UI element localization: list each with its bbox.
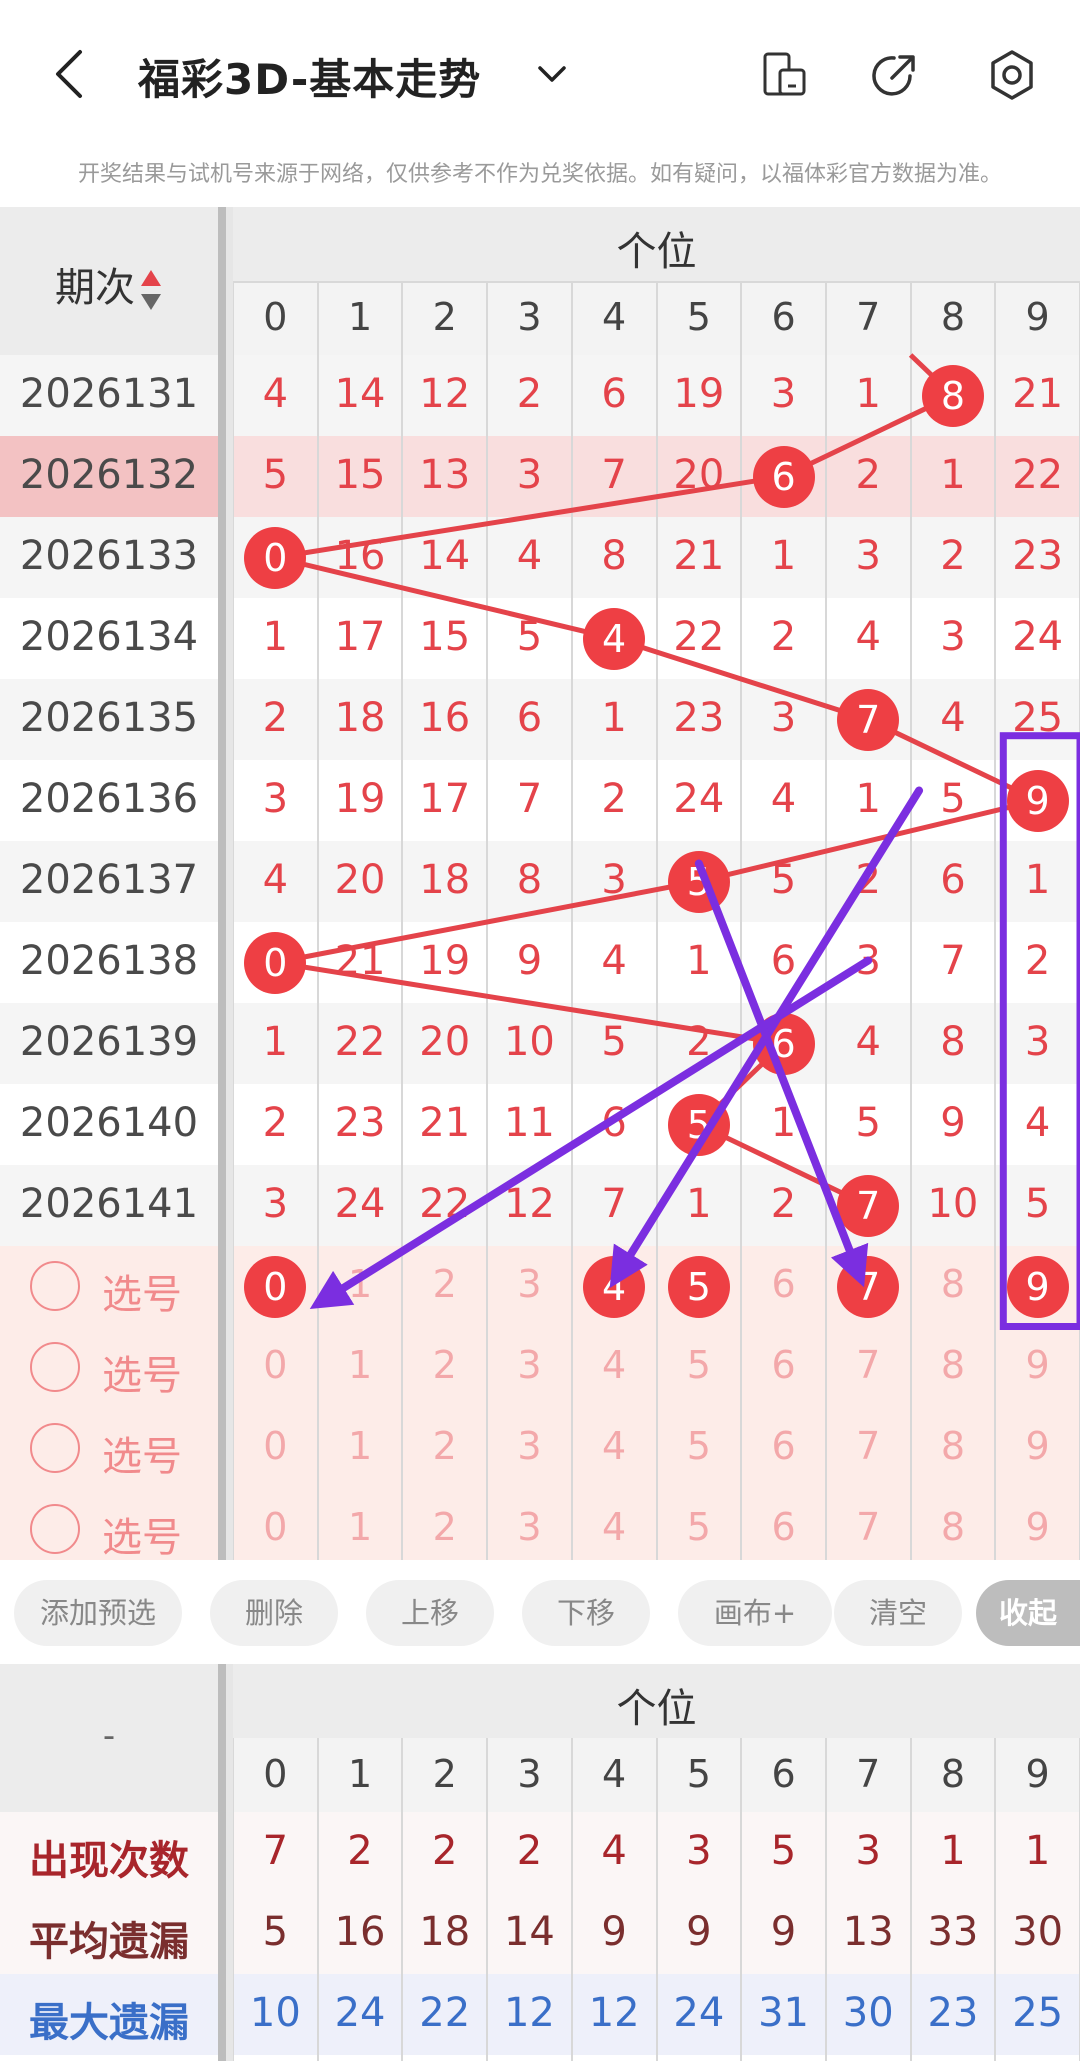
stats-vline [570, 1738, 573, 2061]
stats-value: 13 [842, 1909, 894, 1955]
stats-value: 5 [262, 1909, 289, 1955]
page-title[interactable]: 福彩3D-基本走势 [138, 46, 481, 107]
stats-value: 2 [516, 1828, 543, 1874]
stats-value: 1 [1024, 1828, 1051, 1874]
stats-value: 30 [842, 1990, 894, 2036]
stats-value: 18 [419, 1909, 471, 1955]
stats-value: 9 [770, 1909, 797, 1955]
toolbar-button-4[interactable]: 画布+ [678, 1580, 832, 1646]
stats-vline [824, 1738, 827, 2061]
stats-vline [655, 1738, 658, 2061]
stats-value: 22 [419, 1990, 471, 2036]
stats-vline [316, 1738, 319, 2061]
stats-value: 25 [1012, 1990, 1064, 2036]
stats-table: - 个位 0 1 2 3 4 5 6 7 8 9 出现次数 7 2 2 2 4 3 5 3 1 1 平均遗漏 5 16 18 14 9 9… [0, 1664, 1080, 2061]
stats-digit-header: 9 [1025, 1752, 1050, 1796]
stats-section-title: 个位 [616, 1686, 697, 1732]
stats-digit-header: 6 [771, 1752, 796, 1796]
stats-digit-header: 0 [263, 1752, 288, 1796]
stats-value: 12 [588, 1990, 640, 2036]
annotation-arrow-to-0 [309, 956, 873, 1309]
stats-value: 23 [927, 1990, 979, 2036]
stats-value: 9 [601, 1909, 627, 1955]
share-icon[interactable] [870, 50, 920, 100]
stats-value: 7 [262, 1828, 289, 1874]
stats-vline [909, 1738, 912, 2061]
stats-row-label: 最大遗漏 [29, 2000, 189, 2046]
phone-icon[interactable] [760, 50, 810, 100]
stats-value: 10 [249, 1990, 301, 2036]
stats-value: 3 [686, 1828, 712, 1874]
stats-value: 2 [347, 1828, 373, 1874]
chevron-down-icon[interactable] [532, 58, 572, 92]
chevron-left-icon[interactable] [44, 46, 96, 102]
toolbar-button-6[interactable]: 收起 [976, 1580, 1080, 1646]
stats-digit-header: 5 [686, 1752, 711, 1796]
stats-value: 16 [334, 1909, 386, 1955]
stats-value: 12 [503, 1990, 555, 2036]
stats-row-label: 出现次数 [29, 1838, 189, 1884]
stats-left-divider [218, 1664, 226, 2061]
stats-left-divider-gap [226, 1664, 233, 2061]
stats-vline [740, 1738, 743, 2061]
stats-value: 1 [940, 1828, 966, 1874]
annotation-box-digit-9 [999, 732, 1080, 1330]
app-header: 福彩3D-基本走势 [0, 0, 1080, 150]
toolbar-button-1[interactable]: 删除 [210, 1580, 338, 1646]
stats-digit-header: 7 [856, 1752, 881, 1796]
stats-value: 4 [601, 1828, 627, 1874]
stats-value: 5 [770, 1828, 797, 1874]
stats-vline [994, 1738, 997, 2061]
toolbar-button-0[interactable]: 添加预选 [14, 1580, 182, 1646]
settings-icon[interactable] [986, 48, 1038, 102]
toolbar-button-3[interactable]: 下移 [522, 1580, 650, 1646]
annotation-overlay [309, 732, 1080, 1330]
trend-grid: 期次 个位 0 1 2 3 4 5 6 7 8 9 2026131 2026132 2026133 20261… [0, 207, 1080, 1561]
stats-digit-header: 3 [517, 1752, 542, 1796]
stats-digit-header: 4 [602, 1752, 627, 1796]
stats-value: 31 [758, 1990, 809, 2036]
toolbar-button-2[interactable]: 上移 [366, 1580, 494, 1646]
stats-digit-header: 1 [347, 1752, 373, 1796]
stats-row-label: 平均遗漏 [29, 1919, 189, 1965]
stats-value: 24 [673, 1990, 725, 2036]
stats-value: 24 [334, 1990, 386, 2036]
toolbar-button-5[interactable]: 清空 [834, 1580, 962, 1646]
stats-value: 33 [927, 1909, 979, 1955]
stats-value: 14 [503, 1909, 555, 1955]
stats-value: 2 [432, 1828, 458, 1874]
stats-digit-header: 2 [432, 1752, 457, 1796]
stats-value: 3 [855, 1828, 881, 1874]
stats-vline [401, 1738, 404, 2061]
stats-value: 30 [1012, 1909, 1064, 1955]
disclaimer-text: 开奖结果与试机号来源于网络，仅供参考不作为兑奖依据。如有疑问，以福体彩官方数据为… [77, 162, 1002, 187]
stats-corner: - [102, 1716, 116, 1756]
stats-value: 9 [686, 1909, 712, 1955]
stats-vline [486, 1738, 489, 2061]
stats-digit-header: 8 [940, 1752, 966, 1796]
